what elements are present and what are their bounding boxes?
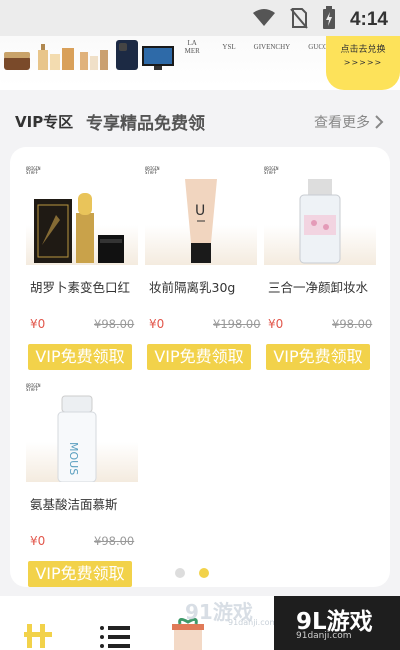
see-more-link[interactable]: 查看更多: [314, 112, 384, 132]
status-time: 4:14: [349, 9, 388, 30]
product-image-mousse-bottle: MOUS ORIGIN STAFF: [26, 382, 138, 483]
brand-logo-ysl: YSL: [222, 42, 236, 51]
redeem-cta-button[interactable]: 点击去兑换 >>>>>: [326, 36, 400, 90]
mousse-label-text: MOUS: [67, 442, 80, 475]
vip-section-subtitle: 专享精品免费领: [86, 114, 205, 134]
carousel-pagination: [175, 568, 209, 578]
original-price: ¥98.00: [94, 317, 135, 331]
page-dot-1[interactable]: [175, 568, 185, 578]
vip-free-claim-button[interactable]: VIP免费领取: [28, 561, 132, 587]
promo-banner[interactable]: LA MER YSL GIVENCHY GUCCI 点击去兑换 >>>>>: [0, 36, 400, 90]
vip-free-claim-button[interactable]: VIP免费领取: [147, 344, 251, 370]
vip-product-card: ORIGIN STAFF 胡罗卜素变色口红 ¥0 ¥98.00 VIP免费领取 …: [10, 147, 390, 587]
original-price: ¥198.00: [213, 317, 261, 331]
wifi-icon: [252, 8, 276, 32]
battery-charging-icon: [322, 6, 336, 34]
see-more-label: 查看更多: [314, 115, 370, 131]
origin-staff-tag: ORIGIN STAFF: [26, 166, 41, 176]
product-name: 三合一净颜卸妆水: [268, 280, 369, 295]
vip-section-title: VIP专区: [15, 113, 74, 131]
chevron-right-icon: [375, 115, 384, 129]
watermark-logo: 9L游戏 91danji.com: [274, 596, 400, 650]
vip-price: ¥0: [30, 534, 46, 548]
vip-price: ¥0: [149, 317, 165, 331]
brand-logo-lamer: LA MER: [184, 39, 200, 55]
no-sim-icon: [290, 7, 308, 33]
phone-image: [116, 40, 138, 70]
watermark-ghost-url: 91danji.com: [228, 618, 278, 627]
skincare-bottles-image: [80, 50, 108, 70]
origin-staff-tag: ORIGIN STAFF: [264, 166, 279, 176]
redeem-cta-label: 点击去兑换: [340, 45, 386, 55]
status-bar: 4:14: [0, 0, 400, 36]
watermark-url: 91danji.com: [296, 631, 352, 641]
perfume-bottles-image: [38, 44, 74, 70]
product-name: 胡罗卜素变色口红: [30, 280, 131, 295]
cream-jar-image: [4, 52, 30, 70]
product-image-micellar-bottle: ORIGIN STAFF: [264, 165, 376, 265]
banner-product-strip: LA MER YSL GIVENCHY GUCCI: [0, 36, 330, 86]
vip-price: ¥0: [268, 317, 284, 331]
origin-staff-tag: ORIGIN STAFF: [145, 166, 160, 176]
tv-image: [142, 46, 174, 70]
product-name: 妆前隔离乳30g: [149, 280, 236, 295]
original-price: ¥98.00: [332, 317, 373, 331]
product-name: 氨基酸洁面慕斯: [30, 497, 118, 512]
grid-icon[interactable]: [24, 624, 52, 650]
page-dot-2-active[interactable]: [199, 568, 209, 578]
product-image-primer-tube: U ORIGIN STAFF: [145, 165, 257, 265]
vip-section-header: VIP专区 专享精品免费领 查看更多: [0, 100, 400, 144]
list-icon[interactable]: [100, 626, 130, 650]
brand-logo-givenchy: GIVENCHY: [253, 42, 291, 51]
vip-free-claim-button[interactable]: VIP免费领取: [28, 344, 132, 370]
origin-staff-tag: ORIGIN STAFF: [26, 383, 41, 393]
vip-free-claim-button[interactable]: VIP免费领取: [266, 344, 370, 370]
brand-logos: LA MER YSL GIVENCHY GUCCI: [180, 39, 330, 55]
original-price: ¥98.00: [94, 534, 135, 548]
redeem-cta-arrows: >>>>>: [343, 57, 383, 67]
vip-price: ¥0: [30, 317, 46, 331]
svg-text:U: U: [195, 203, 205, 219]
product-image-lipstick: ORIGIN STAFF: [26, 165, 138, 265]
